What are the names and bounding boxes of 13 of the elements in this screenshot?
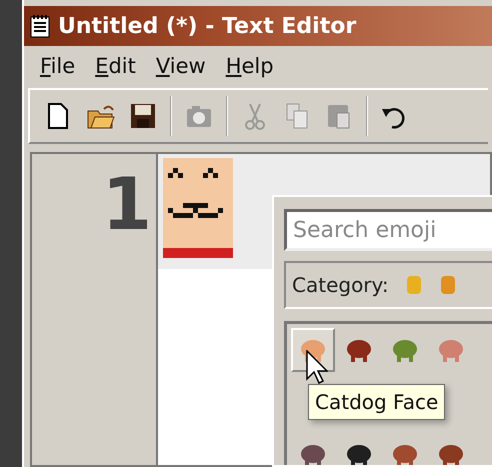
menu-item[interactable]: View <box>156 51 206 83</box>
menu-item[interactable]: File <box>40 51 76 83</box>
notepad-icon <box>30 14 50 38</box>
menu-item[interactable]: Edit <box>95 51 136 83</box>
line-number: 1 <box>100 161 152 248</box>
mouse-pointer-icon <box>306 350 328 384</box>
tooltip: Catdog Face <box>308 384 446 420</box>
menu-item[interactable]: Help <box>226 51 274 83</box>
window-title: Untitled (*) - Text Editor <box>58 12 356 40</box>
catdog-face-icon <box>163 158 233 258</box>
category-label: Category: <box>292 272 389 299</box>
floppy-disk-button[interactable] <box>128 101 158 131</box>
search-field[interactable]: Search emoji <box>284 209 492 251</box>
